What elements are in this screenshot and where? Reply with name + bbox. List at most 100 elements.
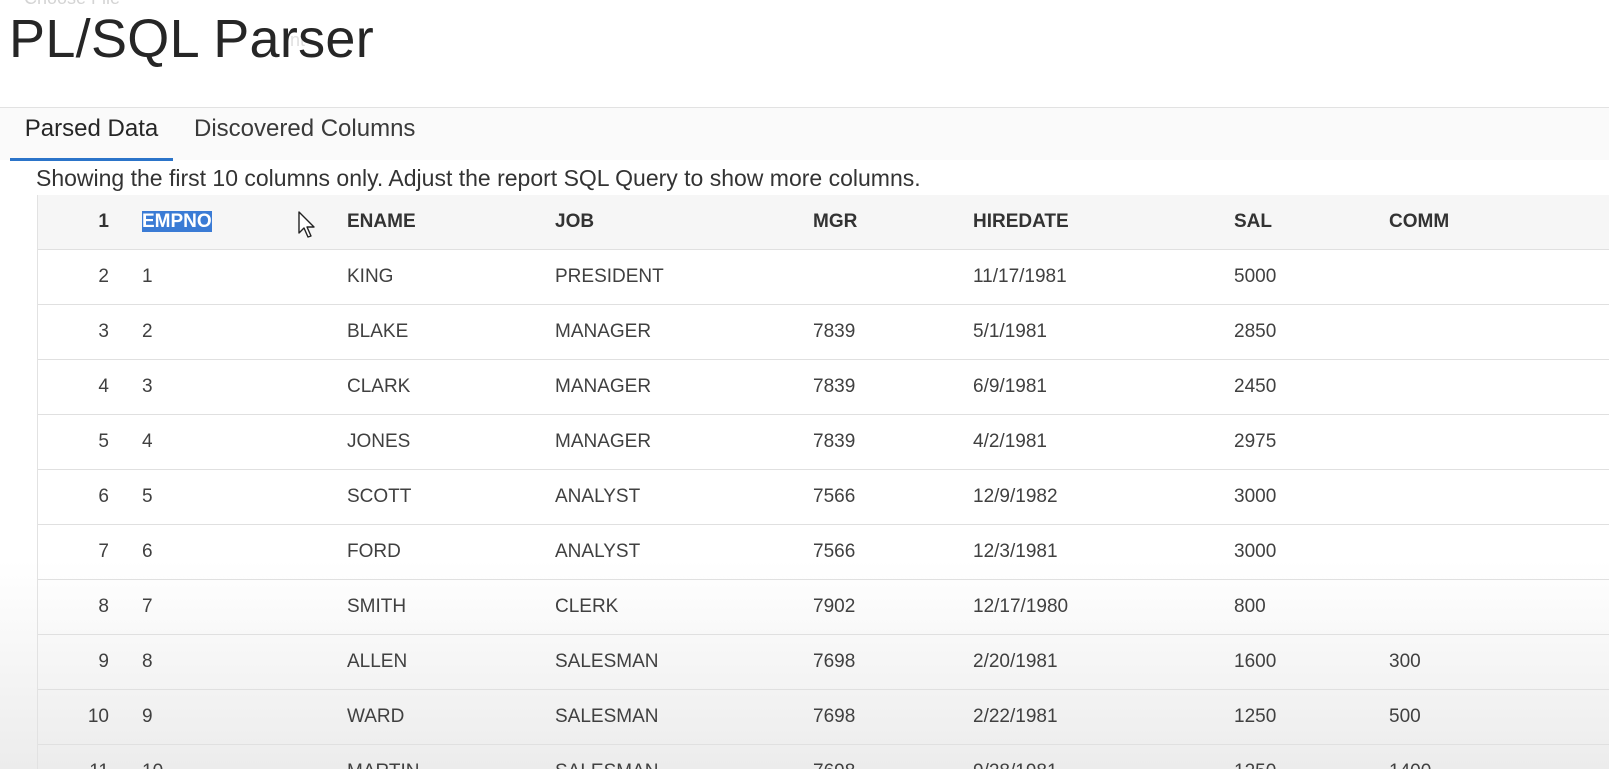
row-line-number: 2	[38, 249, 139, 305]
table-row: 3 2 BLAKE MANAGER 7839 5/1/1981 2850	[38, 304, 1609, 360]
table-row: 9 8 ALLEN SALESMAN 7698 2/20/1981 1600 300	[38, 634, 1609, 690]
cell-job: SALESMAN	[555, 744, 813, 769]
cell-ename: ALLEN	[347, 634, 555, 690]
mouse-pointer-icon	[298, 211, 315, 238]
cell-mgr: 7566	[813, 469, 973, 525]
cell-empno: 8	[139, 634, 347, 690]
cell-ename: WARD	[347, 689, 555, 745]
cell-hiredate: 12/17/1980	[973, 579, 1234, 635]
column-header-job[interactable]: JOB	[555, 195, 813, 250]
cell-empno: 5	[139, 469, 347, 525]
tab-discovered-columns[interactable]: Discovered Columns	[194, 108, 415, 158]
cell-hiredate: 4/2/1981	[973, 414, 1234, 470]
table-row: 6 5 SCOTT ANALYST 7566 12/9/1982 3000	[38, 469, 1609, 525]
header-line-number: 1	[38, 195, 139, 250]
cell-sal: 800	[1234, 579, 1389, 635]
row-line-number: 7	[38, 524, 139, 580]
cell-ename: BLAKE	[347, 304, 555, 360]
cell-ename: SMITH	[347, 579, 555, 635]
cell-mgr: 7566	[813, 524, 973, 580]
cell-ename: KING	[347, 249, 555, 305]
table-row: 8 7 SMITH CLERK 7902 12/17/1980 800	[38, 579, 1609, 635]
cell-sal: 3000	[1234, 524, 1389, 580]
column-header-mgr[interactable]: MGR	[813, 195, 973, 250]
table-row: 10 9 WARD SALESMAN 7698 2/22/1981 1250 500	[38, 689, 1609, 745]
cell-empno: 6	[139, 524, 347, 580]
cell-job: MANAGER	[555, 414, 813, 470]
cell-job: ANALYST	[555, 469, 813, 525]
cell-job: ANALYST	[555, 524, 813, 580]
cell-comm: 300	[1389, 634, 1609, 690]
cell-ename: FORD	[347, 524, 555, 580]
column-header-comm[interactable]: COMM	[1389, 195, 1609, 250]
row-line-number: 6	[38, 469, 139, 525]
cell-comm	[1389, 359, 1609, 415]
row-line-number: 4	[38, 359, 139, 415]
cell-comm	[1389, 249, 1609, 305]
table-body: 2 1 KING PRESIDENT 11/17/1981 5000 3 2 BLAKE MANA…	[38, 249, 1609, 769]
column-header-hiredate[interactable]: HIREDATE	[973, 195, 1234, 250]
cell-comm	[1389, 469, 1609, 525]
cell-empno: 7	[139, 579, 347, 635]
cell-comm	[1389, 414, 1609, 470]
cell-hiredate: 2/22/1981	[973, 689, 1234, 745]
cell-hiredate: 2/20/1981	[973, 634, 1234, 690]
cell-sal: 5000	[1234, 249, 1389, 305]
row-line-number: 3	[38, 304, 139, 360]
cell-hiredate: 9/28/1981	[973, 744, 1234, 769]
cell-ename: SCOTT	[347, 469, 555, 525]
table-row: 5 4 JONES MANAGER 7839 4/2/1981 2975	[38, 414, 1609, 470]
cell-empno: 1	[139, 249, 347, 305]
row-line-number: 11	[38, 744, 139, 769]
tabs-bar: Parsed Data Discovered Columns	[0, 107, 1609, 161]
cell-empno: 3	[139, 359, 347, 415]
column-header-ename[interactable]: ENAME	[347, 195, 555, 250]
cell-comm	[1389, 579, 1609, 635]
cell-mgr: 7839	[813, 414, 973, 470]
cell-sal: 2450	[1234, 359, 1389, 415]
cell-job: PRESIDENT	[555, 249, 813, 305]
cell-job: SALESMAN	[555, 634, 813, 690]
row-line-number: 9	[38, 634, 139, 690]
cell-empno: 10	[139, 744, 347, 769]
table-row: 1110MARTINSALESMAN76989/28/198112501400	[38, 744, 1609, 769]
cell-ename: JONES	[347, 414, 555, 470]
header-row: 1 EMPNO ENAME JOB MGR HIREDATE SAL COMM	[38, 195, 1609, 250]
cell-job: MANAGER	[555, 359, 813, 415]
cell-mgr	[813, 249, 973, 305]
cell-mgr: 7698	[813, 744, 973, 769]
cell-sal: 2850	[1234, 304, 1389, 360]
cell-sal: 3000	[1234, 469, 1389, 525]
cell-empno: 2	[139, 304, 347, 360]
cell-empno: 9	[139, 689, 347, 745]
row-line-number: 10	[38, 689, 139, 745]
info-message: Showing the first 10 columns only. Adjus…	[36, 165, 921, 191]
cell-job: SALESMAN	[555, 689, 813, 745]
page-title: PL/SQL Parser	[9, 9, 375, 69]
table-row: 4 3 CLARK MANAGER 7839 6/9/1981 2450	[38, 359, 1609, 415]
selected-header-text: EMPNO	[142, 211, 212, 232]
table-row: 2 1 KING PRESIDENT 11/17/1981 5000	[38, 249, 1609, 305]
cell-mgr: 7902	[813, 579, 973, 635]
cell-sal: 1250	[1234, 744, 1389, 769]
tab-parsed-data[interactable]: Parsed Data	[10, 108, 173, 161]
cell-hiredate: 12/9/1982	[973, 469, 1234, 525]
cell-job: MANAGER	[555, 304, 813, 360]
cell-comm	[1389, 524, 1609, 580]
column-header-sal[interactable]: SAL	[1234, 195, 1389, 250]
cell-job: CLERK	[555, 579, 813, 635]
cell-hiredate: 11/17/1981	[973, 249, 1234, 305]
cell-mgr: 7698	[813, 689, 973, 745]
parsed-data-report: 1 EMPNO ENAME JOB MGR HIREDATE SAL COMM …	[37, 195, 1609, 769]
cell-sal: 2975	[1234, 414, 1389, 470]
cell-sal: 1600	[1234, 634, 1389, 690]
cell-hiredate: 5/1/1981	[973, 304, 1234, 360]
cell-comm	[1389, 304, 1609, 360]
cell-empno: 4	[139, 414, 347, 470]
cell-ename: CLARK	[347, 359, 555, 415]
row-line-number: 5	[38, 414, 139, 470]
row-line-number: 8	[38, 579, 139, 635]
cell-mgr: 7839	[813, 359, 973, 415]
cell-hiredate: 6/9/1981	[973, 359, 1234, 415]
page: Choose File nt PL/SQL Parser Parsed Data…	[0, 0, 1609, 769]
